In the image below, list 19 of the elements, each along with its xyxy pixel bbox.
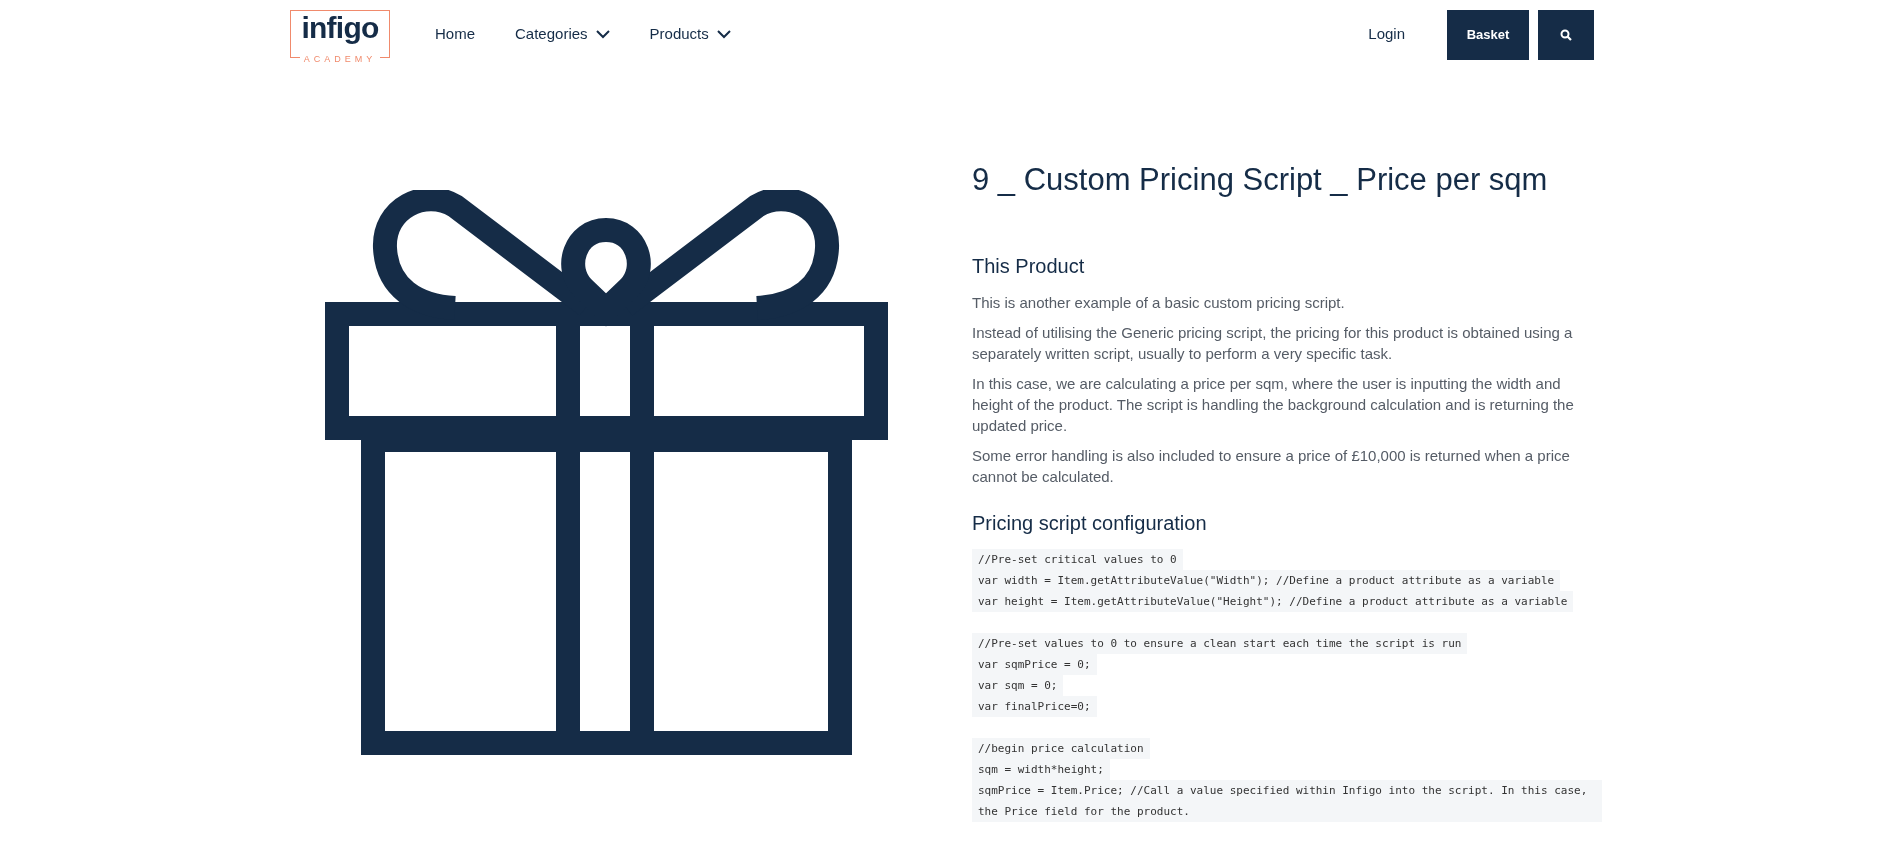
nav-link[interactable]: Categories [515,22,610,46]
paragraph: In this case, we are calculating a price per sqm, where the user is inputting the width and height of the product. The script is handling the background calculation and is returning the updated price. [972,374,1575,436]
nav-link[interactable]: Home [435,22,475,46]
paragraph: This is another example of a basic custom pricing script. [972,293,1346,313]
gift-icon [325,190,888,755]
login-link[interactable]: Login [1368,22,1405,46]
search-button[interactable] [1538,10,1594,60]
product-title: 9 _ Custom Pricing Script _ Price per sqm [972,161,1549,199]
paragraph: Instead of utilising the Generic pricing script, the pricing for this product is obtained using a separately written script, usually to perform a very specific task. [972,323,1574,364]
logo-tagline: ACADEMY [299,53,381,65]
basket-button[interactable]: Basket [1447,10,1529,60]
section-heading: This Product [972,254,1086,279]
chevron-down-icon [595,29,610,39]
section-heading: Pricing script configuration [972,511,1208,536]
search-icon [1560,29,1572,41]
paragraph: Some error handling is also included to ensure a price of £10,000 is returned when a price cannot be calculated. [972,446,1571,487]
chevron-down-icon [716,29,731,39]
nav-link[interactable]: Products [649,22,731,46]
logo-wordmark: infigo [301,11,379,45]
